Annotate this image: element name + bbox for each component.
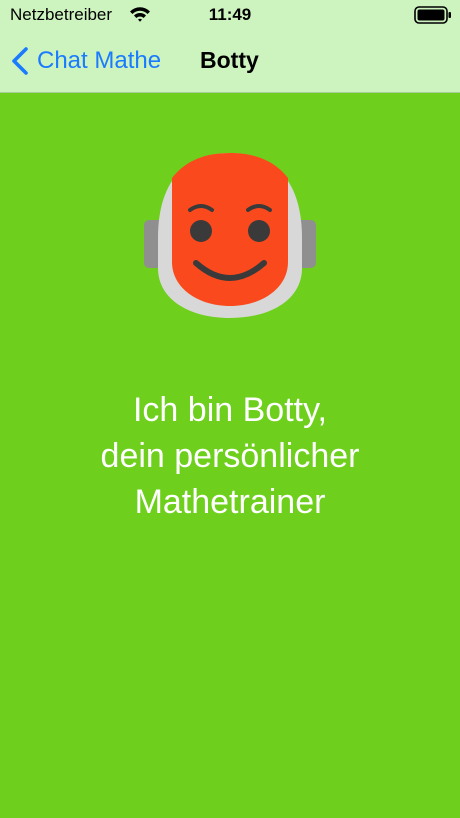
intro-message: Ich bin Botty, dein persönlicher Mathetr… xyxy=(0,387,460,525)
robot-face-icon xyxy=(144,153,316,318)
battery-icon xyxy=(414,6,451,24)
intro-line-3: Mathetrainer xyxy=(134,483,326,521)
back-button[interactable]: Chat Mathe xyxy=(10,44,161,78)
intro-line-2: dein persönlicher xyxy=(100,437,360,475)
chevron-left-icon xyxy=(12,47,28,75)
navigation-bar: Chat Mathe Botty xyxy=(0,30,460,92)
robot-face xyxy=(172,153,288,306)
robot-left-eye xyxy=(190,220,212,242)
robot-right-eye xyxy=(248,220,270,242)
status-bar: Netzbetreiber 11:49 xyxy=(0,0,460,30)
status-time: 11:49 xyxy=(208,5,252,24)
back-button-label: Chat Mathe xyxy=(37,47,162,74)
top-bar: Netzbetreiber 11:49 Chat Mathe Botty xyxy=(0,0,460,93)
page-title: Botty xyxy=(200,47,259,73)
intro-line-1: Ich bin Botty, xyxy=(132,391,328,429)
